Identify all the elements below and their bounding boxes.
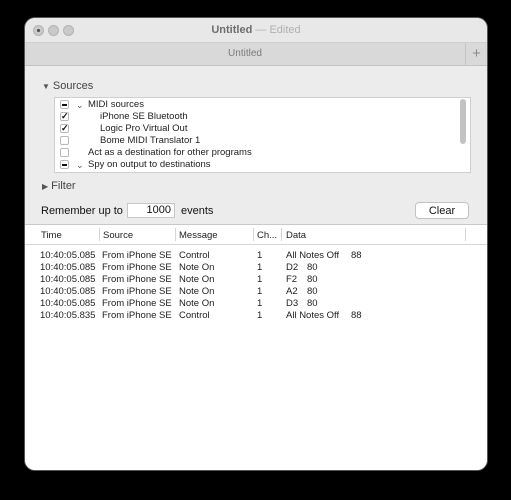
cell-data1: All Notes Off — [286, 310, 340, 321]
table-row[interactable]: 10:40:05.085 From iPhone SE B Note On 1 … — [25, 262, 487, 274]
sources-list[interactable]: ⌄ MIDI sources ✓ iPhone SE Bluetooth ✓ L… — [54, 97, 471, 173]
column-divider[interactable] — [253, 228, 254, 241]
cell-data1: A2 — [286, 286, 298, 297]
table-row[interactable]: 10:40:05.085 From iPhone SE B Note On 1 … — [25, 298, 487, 310]
column-divider[interactable] — [281, 228, 282, 241]
cell-channel: 1 — [257, 274, 263, 285]
cell-message: Note On — [179, 274, 215, 285]
cell-time: 10:40:05.085 — [40, 286, 96, 297]
table-row[interactable]: 10:40:05.085 From iPhone SE B Note On 1 … — [25, 286, 487, 298]
source-row-spy-on-output[interactable]: ⌄ Spy on output to destinations — [55, 159, 455, 171]
cell-channel: 1 — [257, 286, 263, 297]
cell-time: 10:40:05.085 — [40, 298, 96, 309]
cell-data1: All Notes Off — [286, 250, 340, 261]
source-label: MIDI sources — [88, 99, 144, 110]
source-row-iphone[interactable]: ✓ iPhone SE Bluetooth — [55, 111, 455, 123]
chevron-down-icon[interactable]: ⌄ — [76, 159, 84, 171]
disclosure-closed-icon: ▶ — [42, 182, 49, 191]
iphone-checkbox[interactable]: ✓ — [60, 112, 69, 121]
app-window: Untitled — Edited Untitled + ▼ Sources ⌄ … — [25, 18, 487, 470]
cell-data1: F2 — [286, 274, 298, 285]
cell-data2: 88 — [351, 250, 362, 261]
filter-label: Filter — [51, 180, 76, 192]
window-title: Untitled — Edited — [25, 24, 487, 36]
table-row[interactable]: 10:40:05.085 From iPhone SE B Control 1 … — [25, 250, 487, 262]
cell-source: From iPhone SE B — [102, 310, 175, 321]
logic-checkbox[interactable]: ✓ — [60, 124, 69, 133]
midi-sources-checkbox[interactable] — [60, 100, 69, 109]
sources-disclosure[interactable]: ▼ Sources — [42, 80, 93, 92]
cell-source: From iPhone SE B — [102, 298, 175, 309]
cell-data1: D2 — [286, 262, 299, 273]
column-divider[interactable] — [99, 228, 100, 241]
disclosure-open-icon: ▼ — [42, 82, 50, 91]
column-header-time[interactable]: Time — [41, 230, 62, 241]
table-row[interactable]: 10:40:05.835 From iPhone SE B Control 1 … — [25, 310, 487, 322]
new-tab-button[interactable]: + — [465, 43, 487, 65]
tab-untitled[interactable]: Untitled — [25, 48, 465, 59]
bome-checkbox[interactable] — [60, 136, 69, 145]
source-row-act-as-destination[interactable]: Act as a destination for other programs — [55, 147, 455, 159]
column-header-source[interactable]: Source — [103, 230, 133, 241]
cell-time: 10:40:05.085 — [40, 250, 96, 261]
source-row-bome[interactable]: Bome MIDI Translator 1 — [55, 135, 455, 147]
title-separator: — — [255, 24, 267, 36]
cell-time: 10:40:05.085 — [40, 262, 96, 273]
window-title-text: Untitled — [211, 24, 253, 36]
edited-label: Edited — [269, 24, 301, 36]
table-row[interactable]: 10:40:05.085 From iPhone SE B Note On 1 … — [25, 274, 487, 286]
source-row-logic[interactable]: ✓ Logic Pro Virtual Out — [55, 123, 455, 135]
cell-channel: 1 — [257, 250, 263, 261]
column-header-data[interactable]: Data — [286, 230, 306, 241]
cell-source: From iPhone SE B — [102, 286, 175, 297]
event-count-input[interactable]: 1000 — [127, 203, 175, 218]
cell-message: Control — [179, 310, 210, 321]
source-label: Spy on output to destinations — [88, 159, 211, 170]
cell-time: 10:40:05.085 — [40, 274, 96, 285]
filter-disclosure[interactable]: ▶ Filter — [42, 180, 76, 192]
chevron-down-icon[interactable]: ⌄ — [76, 99, 84, 111]
tab-bar: Untitled + — [25, 42, 487, 66]
cell-channel: 1 — [257, 298, 263, 309]
cell-source: From iPhone SE B — [102, 262, 175, 273]
source-label: Logic Pro Virtual Out — [100, 123, 188, 134]
events-label: events — [181, 205, 214, 217]
source-label: iPhone SE Bluetooth — [100, 111, 188, 122]
act-as-destination-checkbox[interactable] — [60, 148, 69, 157]
cell-time: 10:40:05.835 — [40, 310, 96, 321]
events-table[interactable]: Time Source Message Ch... Data 10:40:05.… — [25, 224, 487, 470]
sources-scrollbar[interactable] — [460, 99, 466, 144]
cell-message: Note On — [179, 286, 215, 297]
cell-source: From iPhone SE B — [102, 250, 175, 261]
column-divider[interactable] — [465, 228, 466, 241]
cell-channel: 1 — [257, 310, 263, 321]
cell-data2: 80 — [307, 286, 318, 297]
cell-data1: D3 — [286, 298, 299, 309]
cell-message: Control — [179, 250, 210, 261]
spy-on-output-checkbox[interactable] — [60, 160, 69, 169]
cell-channel: 1 — [257, 262, 263, 273]
remember-label: Remember up to — [41, 205, 123, 217]
cell-data2: 88 — [351, 310, 362, 321]
cell-data2: 80 — [307, 262, 318, 273]
title-bar: Untitled — Edited — [25, 18, 487, 42]
source-label: Act as a destination for other programs — [88, 147, 252, 158]
source-label: Bome MIDI Translator 1 — [100, 135, 201, 146]
sources-label: Sources — [52, 80, 94, 92]
cell-message: Note On — [179, 298, 215, 309]
table-header: Time Source Message Ch... Data — [25, 225, 487, 245]
source-row-midi-sources[interactable]: ⌄ MIDI sources — [55, 99, 455, 111]
column-header-channel[interactable]: Ch... — [257, 230, 277, 241]
cell-source: From iPhone SE B — [102, 274, 175, 285]
cell-data2: 80 — [307, 274, 318, 285]
clear-button[interactable]: Clear — [415, 202, 469, 219]
column-divider[interactable] — [175, 228, 176, 241]
column-header-message[interactable]: Message — [179, 230, 218, 241]
cell-message: Note On — [179, 262, 215, 273]
cell-data2: 80 — [307, 298, 318, 309]
